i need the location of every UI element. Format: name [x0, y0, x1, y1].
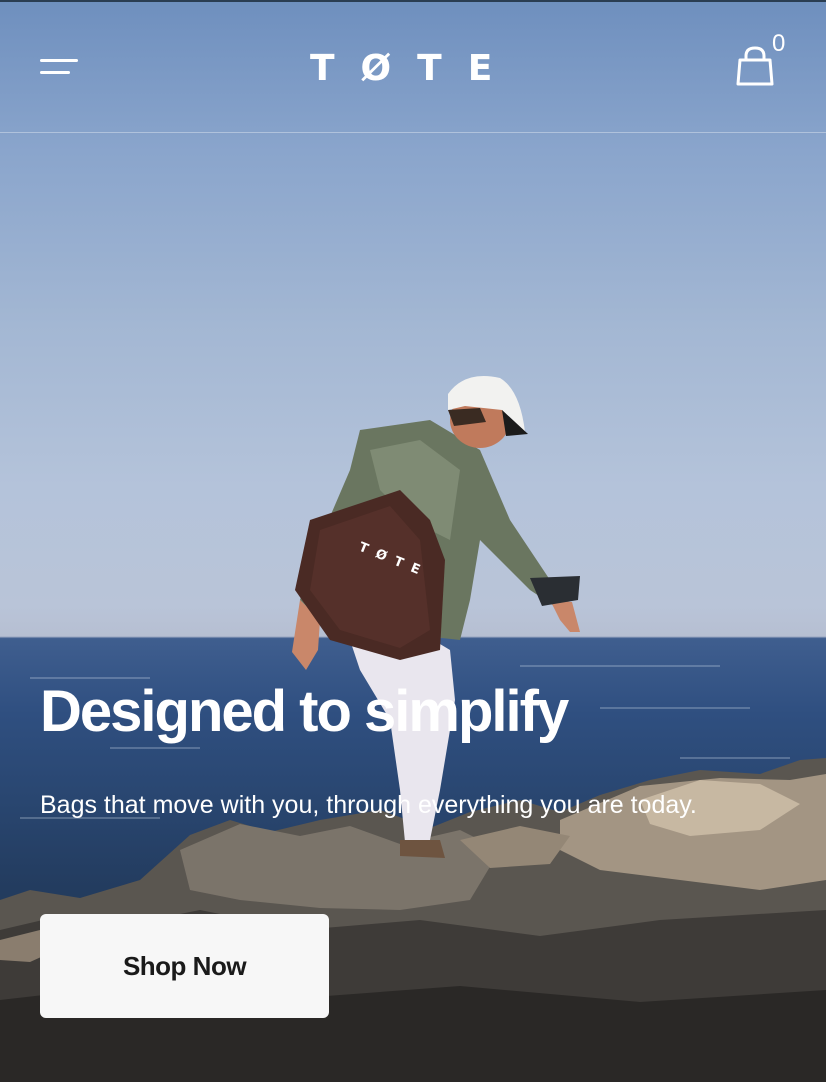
cart-button[interactable]: 0 [732, 28, 796, 88]
cart-count-badge: 0 [772, 30, 786, 57]
hero-subtext: Bags that move with you, through everyth… [40, 791, 697, 819]
brand-logo[interactable]: TØTE [300, 46, 530, 92]
menu-line-bottom [40, 71, 70, 74]
shopping-bag-icon [736, 46, 774, 86]
menu-line-top [40, 59, 78, 62]
shop-now-button[interactable]: Shop Now [40, 914, 329, 1018]
hero-headline: Designed to simplify [40, 679, 569, 744]
site-header: TØTE 0 [0, 0, 826, 133]
hamburger-menu-icon[interactable] [40, 57, 80, 79]
hero-section: TØTE TØTE 0 Designed to simplify Bags th… [0, 0, 826, 1082]
